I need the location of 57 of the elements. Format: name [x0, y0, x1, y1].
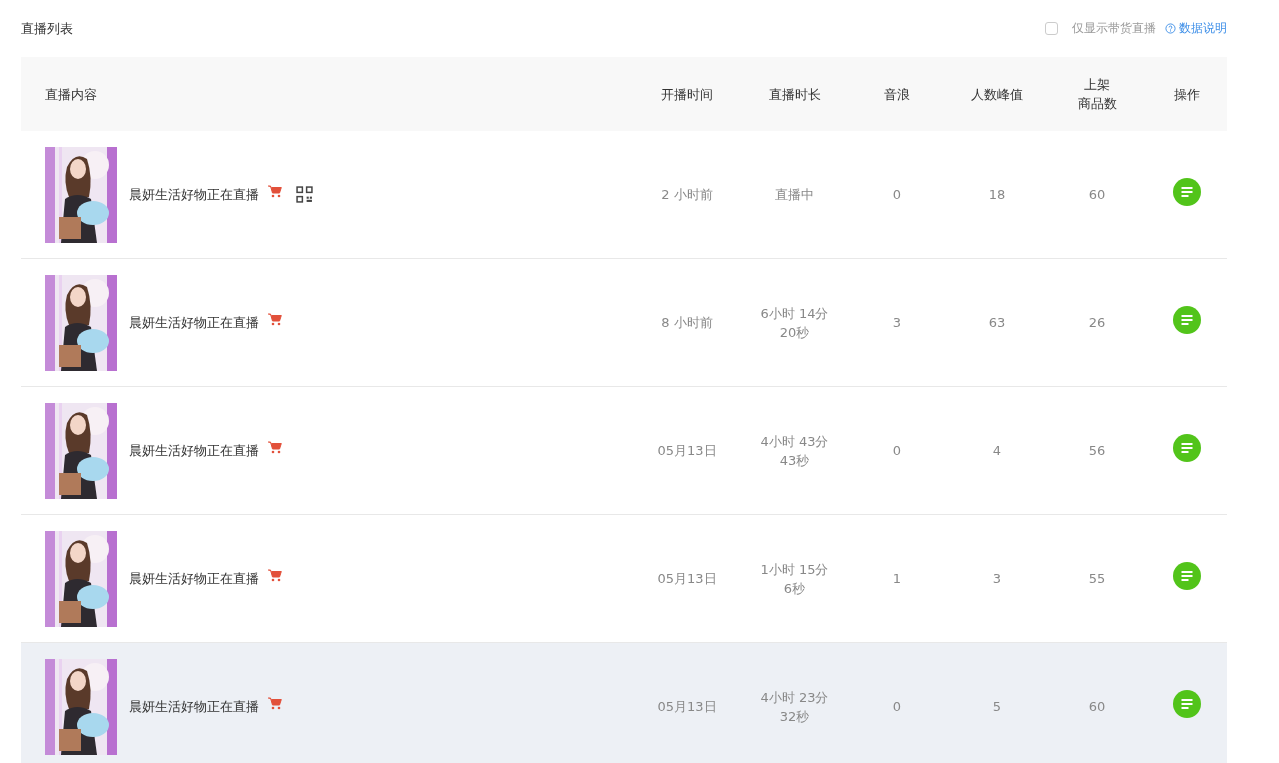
live-title[interactable]: 晨妍生活好物正在直播 [129, 313, 259, 332]
table-cell-text: 4小时 43分 43秒 [760, 432, 829, 470]
table-cell-text: 05月13日 [657, 442, 717, 460]
table-cell-text: 3 [992, 570, 1002, 588]
table-cell-text: 5 [992, 698, 1002, 716]
column-header: 上架 商品数 [1077, 76, 1117, 113]
qr-code-icon[interactable] [296, 186, 313, 203]
data-help-link[interactable]: 数据说明 [1179, 20, 1227, 37]
details-button[interactable] [1173, 433, 1201, 462]
live-title[interactable]: 晨妍生活好物正在直播 [129, 441, 259, 460]
cart-icon [268, 185, 282, 198]
cart-icon [268, 313, 282, 326]
live-title[interactable]: 晨妍生活好物正在直播 [129, 569, 259, 588]
page-title: 直播列表 [21, 19, 73, 38]
table-cell-text: 1小时 15分 6秒 [760, 560, 829, 598]
column-header: 直播内容 [44, 85, 97, 104]
table-cell-text: 0 [892, 186, 902, 204]
table-cell-text: 8 小时前 [661, 314, 713, 332]
table-cell-text: 2 小时前 [661, 186, 713, 204]
table-cell-text: 05月13日 [657, 570, 717, 588]
table-cell-text: 55 [1088, 570, 1106, 588]
table-cell-text: 05月13日 [657, 698, 717, 716]
cart-icon [268, 697, 282, 710]
cart-icon [268, 569, 282, 582]
table-cell-text: 60 [1088, 698, 1106, 716]
table-cell-text: 3 [892, 314, 902, 332]
live-title[interactable]: 晨妍生活好物正在直播 [129, 185, 259, 204]
table-cell-text: 6小时 14分 20秒 [760, 304, 829, 342]
column-header: 直播时长 [768, 85, 821, 104]
cart-icon [268, 441, 282, 454]
details-button[interactable] [1173, 689, 1201, 718]
table-cell-text: 63 [988, 314, 1006, 332]
table-cell-text: 60 [1088, 186, 1106, 204]
column-header: 开播时间 [661, 85, 713, 104]
table-cell-text: 直播中 [775, 186, 814, 204]
table-row[interactable]: 晨妍生活好物正在直播 2 小时前 直播中 0 18 60 [21, 131, 1227, 259]
filter-label: 仅显示带货直播 [1072, 20, 1156, 37]
column-header: 操作 [1174, 85, 1200, 104]
table-row[interactable]: 晨妍生活好物正在直播 05月13日 4小时 43分 43秒 0 4 56 [21, 387, 1227, 515]
live-title[interactable]: 晨妍生活好物正在直播 [129, 697, 259, 716]
table-cell-text: 18 [988, 186, 1006, 204]
column-header: 人数峰值 [971, 85, 1023, 104]
details-button[interactable] [1173, 177, 1201, 206]
table-cell-text: 0 [892, 698, 902, 716]
table-cell-text: 4小时 23分 32秒 [760, 688, 829, 726]
table-cell-text: 1 [892, 570, 902, 588]
table-cell-text: 0 [892, 442, 902, 460]
table-cell-text: 56 [1088, 442, 1106, 460]
table-row[interactable]: 晨妍生活好物正在直播 8 小时前 6小时 14分 20秒 3 63 26 [21, 259, 1227, 387]
table-row[interactable]: 晨妍生活好物正在直播 05月13日 4小时 23分 32秒 0 5 60 [21, 643, 1227, 763]
details-button[interactable] [1173, 305, 1201, 334]
help-icon [1165, 23, 1176, 34]
table-cell-text: 4 [992, 442, 1002, 460]
checkbox[interactable] [1045, 22, 1058, 35]
table-cell-text: 26 [1088, 314, 1106, 332]
column-header: 音浪 [884, 85, 910, 104]
details-button[interactable] [1173, 561, 1201, 590]
